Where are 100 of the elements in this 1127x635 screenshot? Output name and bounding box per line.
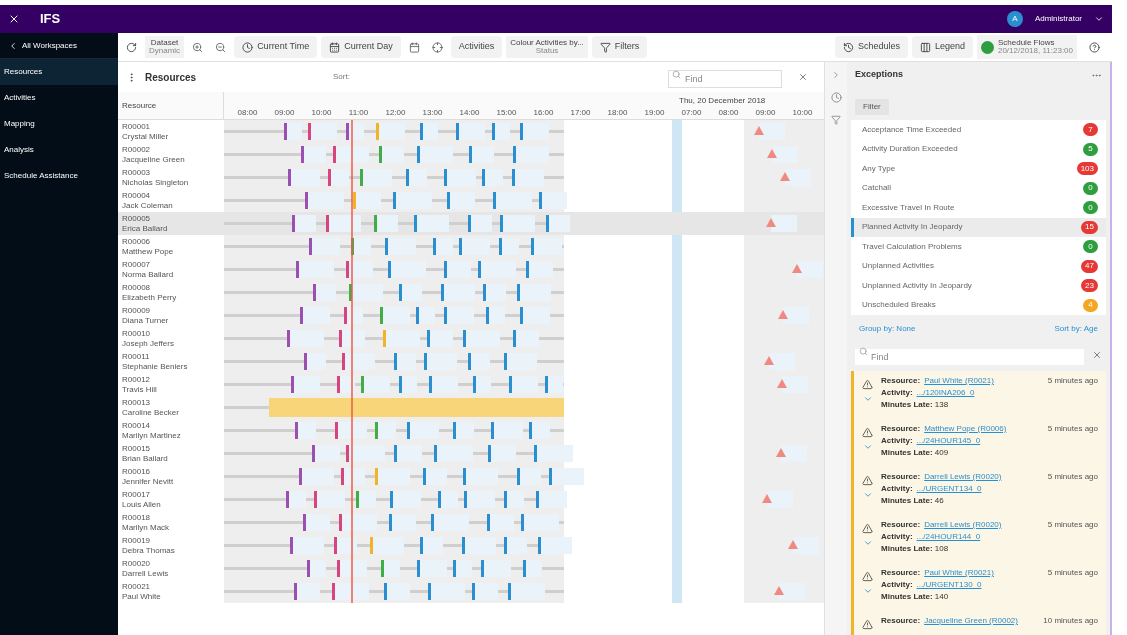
- resource-row[interactable]: R00012 Travis Hill: [118, 373, 224, 396]
- panel-title: Resources: [145, 70, 198, 85]
- activity-link[interactable]: .../URGENT134_0: [916, 483, 982, 495]
- resource-row[interactable]: R00004 Jack Coleman: [118, 189, 224, 212]
- back-link[interactable]: All Workspaces: [22, 39, 77, 52]
- search-icon: [859, 347, 868, 356]
- field-label: Resource:: [881, 375, 921, 387]
- crosshair-icon[interactable]: [431, 41, 443, 53]
- exception-type-row[interactable]: Unscheduled Breaks 4: [851, 295, 1106, 315]
- close-icon[interactable]: [8, 13, 20, 25]
- sidebar-item[interactable]: Schedule Assistance: [0, 163, 118, 189]
- expand-icon[interactable]: [862, 394, 873, 404]
- resource-row[interactable]: R00009 Diana Turner: [118, 304, 224, 327]
- field-label: Resource:: [881, 423, 921, 435]
- minutes-late-line: Minutes Late: 409: [881, 447, 950, 459]
- resource-row[interactable]: R00006 Matthew Pope: [118, 235, 224, 258]
- hour-label: 14:00: [458, 107, 481, 119]
- exception-type-row[interactable]: Catchall 0: [851, 178, 1106, 198]
- resource-link[interactable]: Paul White (R0021): [924, 375, 994, 387]
- resource-row[interactable]: R00003 Nicholas Singleton: [118, 166, 224, 189]
- clear-icon[interactable]: [798, 72, 808, 82]
- resource-row[interactable]: R00020 Darrell Lewis: [118, 557, 224, 580]
- resource-link[interactable]: Jacqueline Green (R0002): [924, 615, 1018, 627]
- resource-row[interactable]: R00011 Stephanie Beniers: [118, 350, 224, 373]
- clock-icon[interactable]: [830, 92, 842, 103]
- count-badge: 15: [1081, 220, 1098, 234]
- hour-label: 10:00: [791, 107, 814, 119]
- resource-row[interactable]: R00014 Marilyn Martinez: [118, 419, 224, 442]
- exception-type-row[interactable]: Travel Calculation Problems 0: [851, 237, 1106, 257]
- sort-label[interactable]: Sort:: [333, 71, 350, 83]
- expand-icon[interactable]: [862, 442, 873, 452]
- filter-icon[interactable]: [831, 115, 841, 125]
- alert-age: 5 minutes ago: [1047, 423, 1098, 435]
- expand-icon[interactable]: [862, 538, 873, 548]
- current-day-icon: [329, 41, 341, 53]
- hour-label: 12:00: [384, 107, 407, 119]
- colour-dropdown[interactable]: Colour Activities by... Status: [506, 36, 588, 58]
- refresh-icon[interactable]: [126, 41, 137, 53]
- activities-button[interactable]: Activities: [450, 36, 503, 58]
- help-icon[interactable]: [1089, 41, 1100, 53]
- count-badge: 4: [1083, 298, 1098, 312]
- resource-link[interactable]: Matthew Pope (R0006): [924, 423, 1007, 435]
- field-label: Resource:: [881, 471, 921, 483]
- find-field[interactable]: Find: [668, 70, 782, 88]
- dataset-dropdown[interactable]: Dataset Dynamic: [145, 36, 185, 58]
- resource-row[interactable]: R00016 Jennifer Nevitt: [118, 465, 224, 488]
- count-badge: 23: [1081, 279, 1098, 293]
- resource-row[interactable]: R00002 Jacqueline Green: [118, 143, 224, 166]
- sidebar-item[interactable]: Activities: [0, 85, 118, 111]
- expand-icon[interactable]: [862, 490, 873, 500]
- current-day-button[interactable]: Current Day: [321, 36, 401, 58]
- column-header[interactable]: Resource: [122, 99, 157, 112]
- resource-link[interactable]: Darrell Lewis (R0020): [924, 519, 1002, 531]
- schedule-flow-status[interactable]: Schedule Flows 20/12/2018, 11:23:00: [976, 35, 1077, 59]
- resource-link[interactable]: Paul White (R0021): [924, 567, 994, 579]
- resource-link[interactable]: Darrell Lewis (R0020): [924, 471, 1002, 483]
- resource-row[interactable]: R00007 Norma Ballard: [118, 258, 224, 281]
- sidebar-item[interactable]: Mapping: [0, 111, 118, 137]
- resource-row[interactable]: R00015 Brian Ballard: [118, 442, 224, 465]
- chevron-down-icon[interactable]: [1094, 14, 1104, 24]
- legend-button[interactable]: Legend: [911, 36, 973, 58]
- exception-type-row[interactable]: Any Type 103: [851, 159, 1106, 179]
- exception-type-row[interactable]: Activity Duration Exceeded 5: [851, 139, 1106, 159]
- sidebar-item[interactable]: Analysis: [0, 137, 118, 163]
- zoom-out-icon[interactable]: [215, 41, 227, 53]
- user-name[interactable]: Administrator: [1034, 13, 1082, 25]
- resource-row[interactable]: R00021 Paul White: [118, 580, 224, 603]
- calendar-icon[interactable]: [408, 41, 420, 53]
- resource-row[interactable]: R00010 Joseph Jeffers: [118, 327, 224, 350]
- resource-row[interactable]: R00018 Marilyn Mack: [118, 511, 224, 534]
- exception-type-row[interactable]: Excessive Travel In Route 0: [851, 198, 1106, 218]
- alert-age: 5 minutes ago: [1047, 375, 1098, 387]
- schedules-button[interactable]: Schedules: [834, 36, 908, 58]
- field-label: Activity:: [881, 579, 913, 591]
- exception-type-row[interactable]: Acceptance Time Exceeded 7: [851, 120, 1106, 140]
- zoom-in-icon[interactable]: [192, 41, 204, 53]
- clear-icon[interactable]: [1092, 350, 1102, 360]
- alert-age: 5 minutes ago: [1047, 567, 1098, 579]
- search-icon: [672, 70, 681, 79]
- user-avatar[interactable]: A: [1006, 11, 1023, 27]
- warning-icon: [862, 523, 873, 534]
- resource-row[interactable]: R00013 Caroline Becker: [118, 396, 224, 419]
- hour-label: 17:00: [569, 107, 592, 119]
- resource-row[interactable]: R00017 Louis Allen: [118, 488, 224, 511]
- sidebar-item[interactable]: Resources: [0, 59, 118, 85]
- resource-row[interactable]: R00005 Erica Ballard: [118, 212, 224, 235]
- expand-icon[interactable]: [862, 586, 873, 596]
- resource-row[interactable]: R00001 Crystal Miller: [118, 120, 224, 143]
- resource-row[interactable]: R00019 Debra Thomas: [118, 534, 224, 557]
- filter-button[interactable]: Filter: [855, 99, 889, 115]
- find-field[interactable]: Find: [855, 349, 1084, 365]
- app-logo: IFS: [39, 10, 61, 29]
- exception-type-row[interactable]: Planned Activity In Jeopardy 15: [851, 217, 1106, 237]
- exception-type-row[interactable]: Unplanned Activities 47: [851, 256, 1106, 276]
- resource-row[interactable]: R00008 Elizabeth Perry: [118, 281, 224, 304]
- exception-type-row[interactable]: Unplanned Activity In Jeopardy 23: [851, 276, 1106, 296]
- back-icon[interactable]: [8, 40, 18, 51]
- activity-link[interactable]: .../URGENT130_0: [916, 579, 982, 591]
- current-time-button[interactable]: Current Time: [234, 36, 318, 58]
- filters-button[interactable]: Filters: [591, 36, 648, 58]
